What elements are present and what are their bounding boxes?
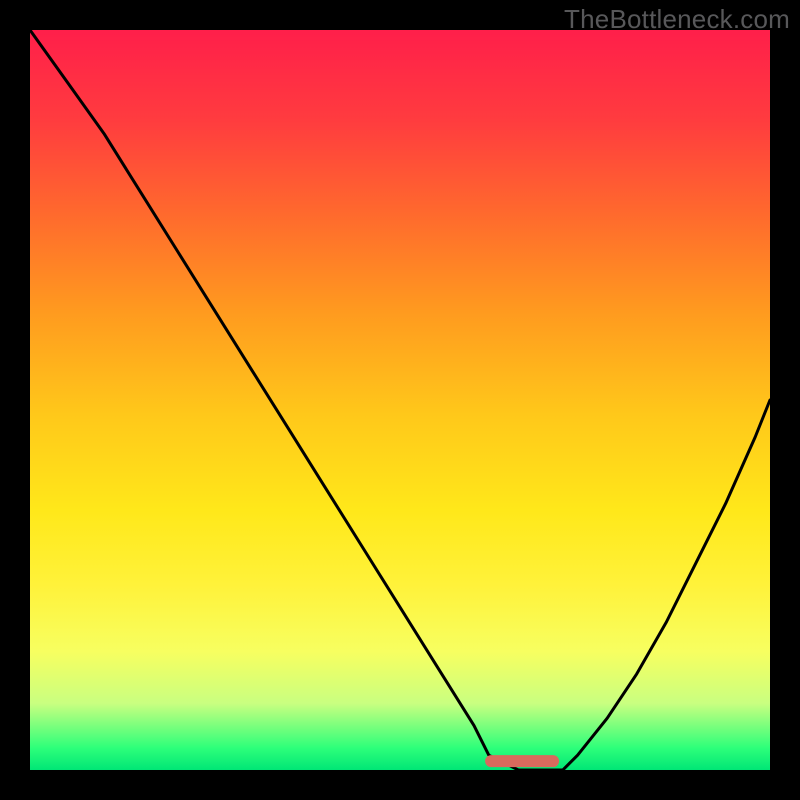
bottleneck-curve-path xyxy=(30,30,770,770)
optimal-range-marker xyxy=(485,755,559,767)
chart-frame: TheBottleneck.com xyxy=(0,0,800,800)
bottleneck-curve xyxy=(30,30,770,770)
chart-plot-area xyxy=(30,30,770,770)
watermark-text: TheBottleneck.com xyxy=(564,4,790,35)
